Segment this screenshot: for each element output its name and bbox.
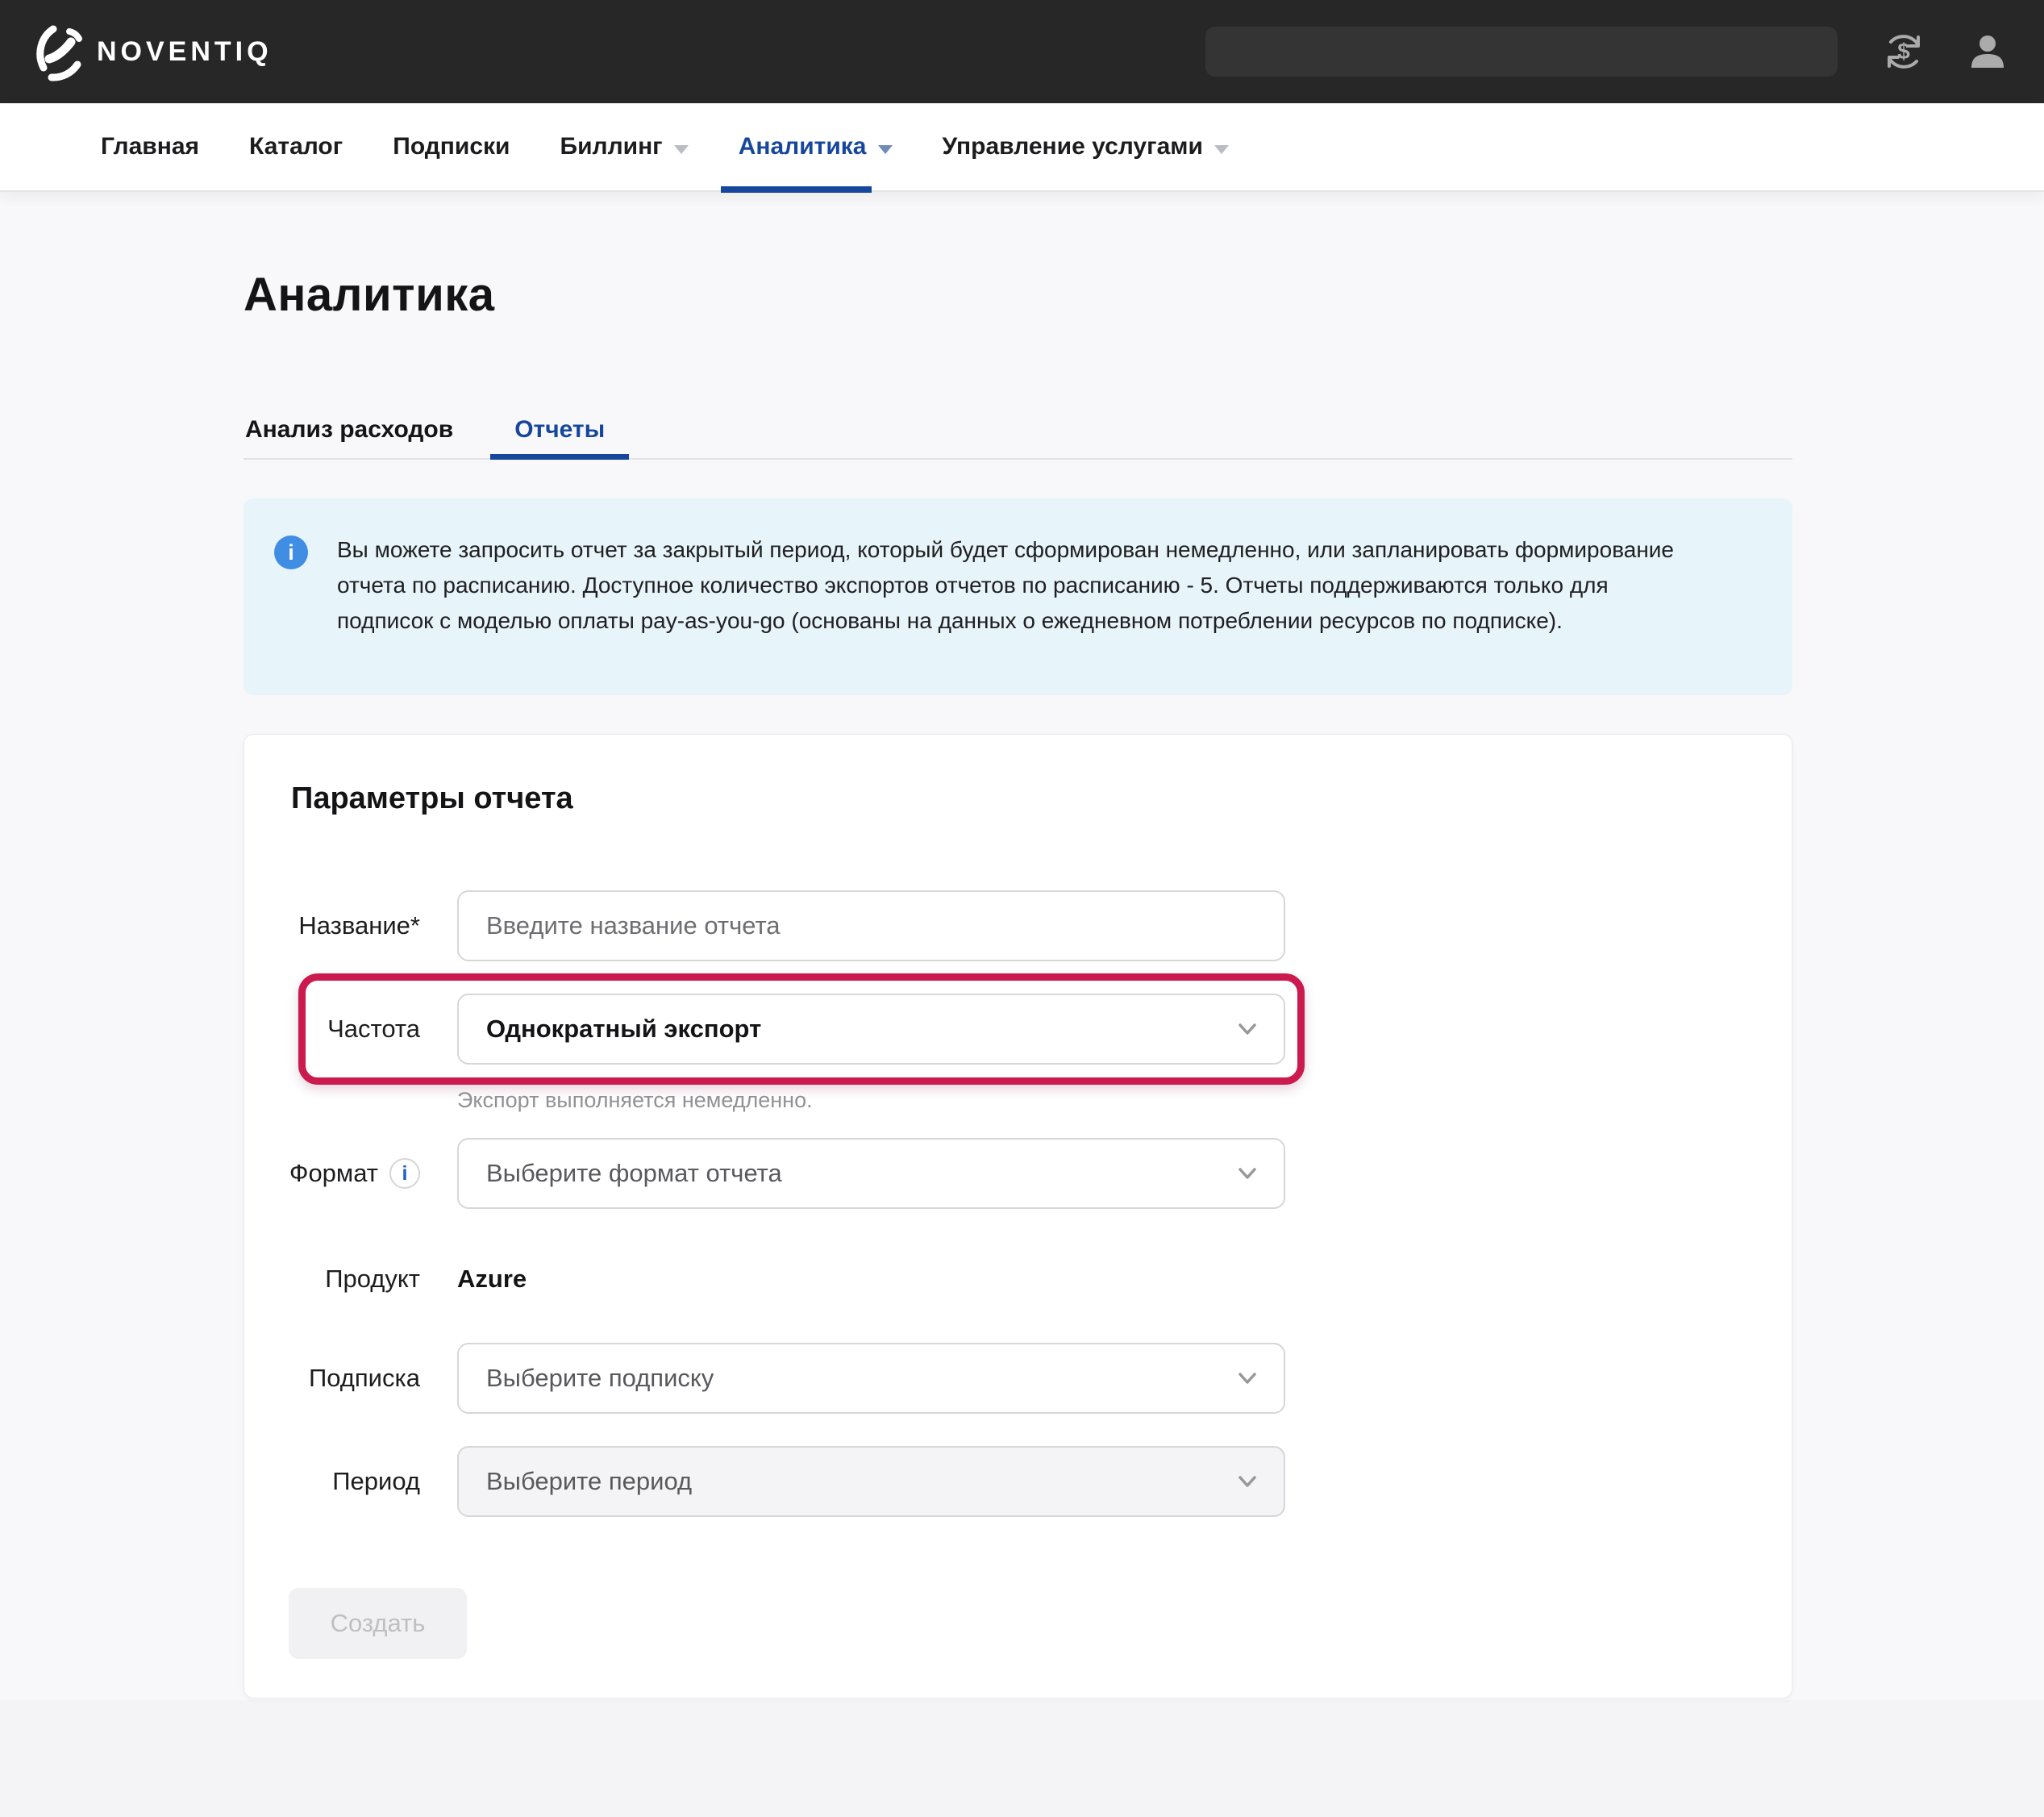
noventiq-logo-icon [36, 25, 82, 81]
page-title: Аналитика [244, 269, 495, 321]
logo-text: NOVENTIQ [97, 35, 273, 67]
active-tab-underline [490, 454, 630, 460]
frequency-helper-text: Экспорт выполняется немедленно. [457, 1088, 813, 1112]
chevron-down-icon [1238, 1168, 1256, 1179]
chevron-down-icon [877, 144, 893, 154]
info-banner-text: Вы можете запросить отчет за закрытый пе… [337, 537, 1675, 633]
format-label: Формат i [244, 1138, 420, 1209]
report-name-input[interactable] [457, 890, 1285, 961]
name-label: Название* [298, 911, 420, 940]
nav-item-catalog[interactable]: Каталог [249, 102, 343, 191]
frequency-row: Частота Однократный экспорт [244, 994, 1285, 1065]
subscription-label: Подписка [308, 1364, 420, 1392]
nav-item-billing[interactable]: Биллинг [560, 102, 689, 191]
nav-item-label: Каталог [249, 133, 343, 160]
currency-exchange-icon[interactable]: $ [1883, 31, 1925, 73]
frequency-label: Частота [327, 1015, 420, 1043]
product-label: Продукт [325, 1265, 420, 1293]
tab-label: Отчеты [514, 416, 606, 443]
user-icon[interactable] [1967, 31, 2009, 73]
nav-item-home[interactable]: Главная [101, 102, 199, 191]
frequency-select-value: Однократный экспорт [486, 1015, 762, 1043]
report-parameters-card: Параметры отчета Название* Частота Однок… [244, 734, 1792, 1698]
card-heading: Параметры отчета [291, 781, 573, 815]
format-label-text: Формат [289, 1159, 378, 1187]
frequency-select[interactable]: Однократный экспорт [457, 994, 1285, 1065]
footer-strip [0, 1700, 2044, 1817]
nav-item-service-management[interactable]: Управление услугами [943, 102, 1229, 191]
period-label: Период [332, 1467, 420, 1495]
nav-item-label: Биллинг [560, 133, 663, 160]
chevron-down-icon [1213, 144, 1229, 154]
format-select-placeholder: Выберите формат отчета [486, 1159, 782, 1187]
app-header: NOVENTIQ $ [0, 0, 2044, 103]
header-icons: $ [1883, 31, 2009, 73]
nav-item-label: Главная [101, 133, 200, 160]
main-nav: Главная Каталог Подписки Биллинг Аналити… [0, 102, 2044, 193]
subscription-select-placeholder: Выберите подписку [486, 1364, 714, 1392]
tab-reports[interactable]: Отчеты [490, 402, 630, 460]
nav-item-subscriptions[interactable]: Подписки [393, 102, 510, 191]
format-row: Формат i Выберите формат отчета [244, 1138, 1285, 1209]
create-button[interactable]: Создать [289, 1588, 467, 1659]
nav-item-analytics[interactable]: Аналитика [720, 102, 893, 193]
chevron-down-icon [1238, 1023, 1256, 1035]
chevron-down-icon [1238, 1476, 1256, 1487]
product-row: Продукт Azure [244, 1255, 1285, 1303]
period-select[interactable]: Выберите период [457, 1446, 1285, 1517]
chevron-down-icon [1238, 1373, 1256, 1384]
subscription-select[interactable]: Выберите подписку [457, 1343, 1285, 1414]
nav-item-label: Управление услугами [942, 133, 1203, 160]
product-value: Azure [457, 1265, 527, 1293]
tab-bar: Анализ расходов Отчеты [244, 402, 1792, 460]
subscription-row: Подписка Выберите подписку [244, 1343, 1285, 1414]
format-info-icon[interactable]: i [389, 1158, 420, 1189]
chevron-down-icon [673, 144, 689, 154]
tab-cost-analysis[interactable]: Анализ расходов [244, 402, 490, 458]
active-nav-underline [720, 186, 872, 193]
period-row: Период Выберите период [244, 1446, 1285, 1517]
info-banner: i Вы можете запросить отчет за закрытый … [244, 498, 1792, 695]
period-select-placeholder: Выберите период [486, 1467, 693, 1495]
name-row: Название* [244, 890, 1285, 961]
tab-label: Анализ расходов [245, 416, 454, 443]
svg-text:$: $ [1897, 39, 1910, 64]
noventiq-logo[interactable]: NOVENTIQ [35, 21, 273, 82]
nav-item-label: Аналитика [738, 133, 867, 160]
nav-item-label: Подписки [393, 133, 510, 160]
info-icon: i [274, 536, 308, 569]
header-search-input[interactable] [1205, 27, 1838, 77]
format-select[interactable]: Выберите формат отчета [457, 1138, 1285, 1209]
